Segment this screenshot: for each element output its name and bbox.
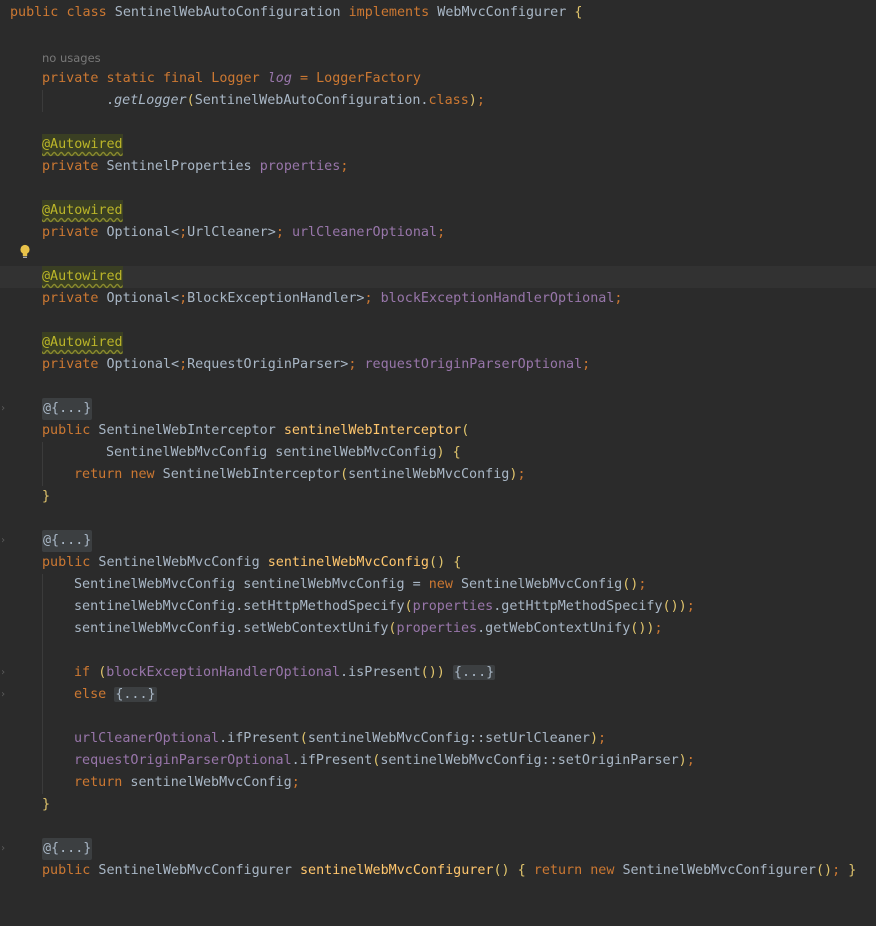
code-line[interactable]: private Optional<;BlockExceptionHandler>…: [0, 288, 876, 310]
code-line[interactable]: @{...}: [0, 530, 876, 552]
request-origin-parser-field: private Optional<;RequestOriginParser>; …: [42, 357, 591, 372]
configurer-method-folded: public SentinelWebMvcConfigurer sentinel…: [42, 863, 857, 878]
code-line[interactable]: private SentinelProperties properties;: [0, 156, 876, 178]
folded-annotations[interactable]: @{...}: [42, 530, 93, 552]
url-cleaner-field: private Optional<;UrlCleaner>; urlCleane…: [42, 225, 446, 240]
code-editor[interactable]: › › › › › public class SentinelWebAutoCo…: [0, 0, 876, 886]
code-line[interactable]: .getLogger(SentinelWebAutoConfiguration.…: [0, 90, 876, 112]
code-line[interactable]: if (blockExceptionHandlerOptional.isPres…: [0, 662, 876, 684]
autowired-annotation: @Autowired: [42, 332, 123, 354]
code-line[interactable]: urlCleanerOptional.ifPresent(sentinelWeb…: [0, 728, 876, 750]
config-instantiation: SentinelWebMvcConfig sentinelWebMvcConfi…: [74, 577, 647, 592]
code-line[interactable]: public class SentinelWebAutoConfiguratio…: [0, 2, 876, 24]
interceptor-return-statement: return new SentinelWebInterceptor(sentin…: [74, 467, 526, 482]
folded-annotations[interactable]: @{...}: [42, 838, 93, 860]
set-http-method-specify: sentinelWebMvcConfig.setHttpMethodSpecif…: [74, 599, 695, 614]
code-line[interactable]: }: [0, 486, 876, 508]
code-line[interactable]: private Optional<;RequestOriginParser>; …: [0, 354, 876, 376]
block-exception-handler-field: private Optional<;BlockExceptionHandler>…: [42, 291, 623, 306]
code-line[interactable]: public SentinelWebInterceptor sentinelWe…: [0, 420, 876, 442]
code-line[interactable]: @Autowired: [0, 332, 876, 354]
if-block-folded[interactable]: if (blockExceptionHandlerOptional.isPres…: [74, 662, 496, 684]
code-line[interactable]: SentinelWebMvcConfig sentinelWebMvcConfi…: [0, 574, 876, 596]
autowired-annotation: @Autowired: [42, 134, 123, 156]
class-declaration: public class SentinelWebAutoConfiguratio…: [10, 5, 583, 20]
usage-hint-line: no usages: [0, 47, 876, 69]
code-line[interactable]: private static final Logger log = Logger…: [0, 68, 876, 90]
set-web-context-unify: sentinelWebMvcConfig.setWebContextUnify(…: [74, 621, 663, 636]
code-line[interactable]: else {...}: [0, 684, 876, 706]
interceptor-method-parameter: SentinelWebMvcConfig sentinelWebMvcConfi…: [106, 445, 461, 460]
code-line[interactable]: public SentinelWebMvcConfig sentinelWebM…: [0, 552, 876, 574]
config-method-signature: public SentinelWebMvcConfig sentinelWebM…: [42, 555, 462, 570]
current-code-line[interactable]: @Autowired: [0, 266, 876, 288]
logger-field-declaration: private static final Logger log = Logger…: [42, 71, 421, 86]
autowired-annotation: @Autowired: [42, 266, 123, 288]
else-block-folded[interactable]: else {...}: [74, 684, 157, 706]
folded-annotations[interactable]: @{...}: [42, 398, 93, 420]
interceptor-method-signature: public SentinelWebInterceptor sentinelWe…: [42, 423, 470, 438]
code-line[interactable]: public SentinelWebMvcConfigurer sentinel…: [0, 860, 876, 882]
code-line[interactable]: sentinelWebMvcConfig.setHttpMethodSpecif…: [0, 596, 876, 618]
code-line[interactable]: sentinelWebMvcConfig.setWebContextUnify(…: [0, 618, 876, 640]
code-line[interactable]: @{...}: [0, 838, 876, 860]
config-return-statement: return sentinelWebMvcConfig;: [74, 775, 300, 790]
autowired-annotation: @Autowired: [42, 200, 123, 222]
code-line[interactable]: }: [0, 794, 876, 816]
code-line[interactable]: return new SentinelWebInterceptor(sentin…: [0, 464, 876, 486]
get-logger-call: .getLogger(SentinelWebAutoConfiguration.…: [106, 93, 485, 108]
code-line[interactable]: return sentinelWebMvcConfig;: [0, 772, 876, 794]
closing-brace: }: [42, 489, 51, 504]
code-line[interactable]: private Optional<;UrlCleaner>; urlCleane…: [0, 222, 876, 244]
code-line[interactable]: SentinelWebMvcConfig sentinelWebMvcConfi…: [0, 442, 876, 464]
code-line[interactable]: @Autowired: [0, 134, 876, 156]
code-line[interactable]: requestOriginParserOptional.ifPresent(se…: [0, 750, 876, 772]
properties-field: private SentinelProperties properties;: [42, 159, 349, 174]
code-line[interactable]: @Autowired: [0, 200, 876, 222]
origin-parser-if-present: requestOriginParserOptional.ifPresent(se…: [74, 753, 695, 768]
closing-brace: }: [42, 797, 51, 812]
code-line[interactable]: @{...}: [0, 398, 876, 420]
usage-hint[interactable]: no usages: [42, 47, 101, 69]
url-cleaner-if-present: urlCleanerOptional.ifPresent(sentinelWeb…: [74, 731, 607, 746]
